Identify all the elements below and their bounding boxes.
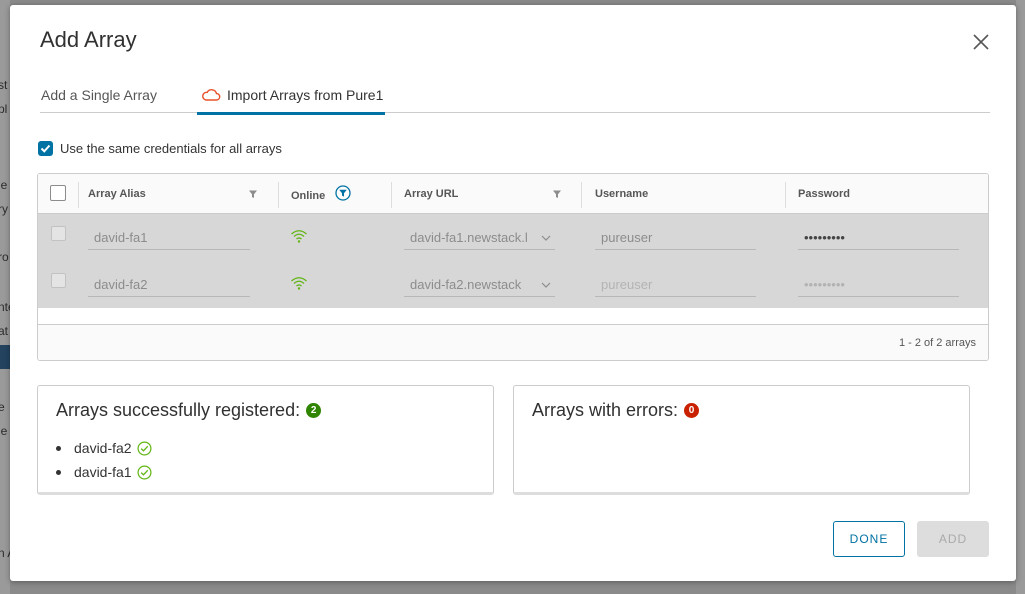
column-separator [785,182,786,208]
filter-icon[interactable] [552,189,562,199]
column-label-username: Username [595,188,649,200]
column-label-array-alias: Array Alias [88,188,146,200]
errors-count-badge: 0 [684,403,700,418]
same-credentials-checkbox[interactable] [38,141,53,156]
datagrid-header: Array Alias Online Array URL Username Pa… [38,174,988,214]
done-button[interactable]: DONE [833,521,905,557]
cloud-icon [202,89,221,101]
background-text-fragment: ro [0,250,9,264]
password-input[interactable]: ••••••••• [798,226,959,250]
chevron-down-icon [541,235,551,241]
background-text-fragment: ie [0,178,8,192]
row-checkbox[interactable] [51,273,66,288]
background-text-fragment: pl [0,102,8,116]
background-text-fragment: e [0,400,5,414]
list-item: david-fa1 [56,460,152,484]
add-array-dialog: Add Array Add a Single Array Import Arra… [10,5,1016,581]
array-url-select[interactable]: david-fa1.newstack.l [404,226,555,250]
array-url-value: david-fa2.newstack [410,277,522,292]
background-text-fragment: ry [0,202,8,216]
background-text-fragment: at [0,324,9,338]
select-all-checkbox[interactable] [50,185,66,201]
success-title-text: Arrays successfully registered: [56,400,301,420]
table-row: david-fa2 david-fa2.newstack pureuser ••… [38,261,988,308]
column-separator [581,182,582,208]
column-separator [278,182,279,208]
dialog-title: Add Array [40,27,137,52]
column-header-array-url[interactable]: Array URL [404,174,584,214]
chevron-down-icon [541,282,551,288]
errors-card: Arrays with errors: 0 [513,385,970,495]
close-button[interactable] [970,31,992,53]
password-input[interactable]: ••••••••• [798,273,959,297]
filter-active-icon[interactable] [335,185,351,201]
check-circle-icon [137,464,152,480]
background-selected-bar [0,345,10,369]
list-item: david-fa2 [56,436,152,460]
tab-bar: Add a Single Array Import Arrays from Pu… [40,85,990,115]
same-credentials-label: Use the same credentials for all arrays [60,141,282,156]
tab-import-label: Import Arrays from Pure1 [227,87,384,103]
arrays-datagrid: Array Alias Online Array URL Username Pa… [37,173,989,361]
column-label-password: Password [798,188,850,200]
array-url-value: david-fa1.newstack.l [410,230,528,245]
success-list: david-fa2 david-fa1 [56,436,152,484]
wifi-online-icon [291,230,307,243]
tab-add-single-array[interactable]: Add a Single Array [41,87,157,113]
table-row: david-fa1 david-fa1.newstack.l pureuser … [38,214,988,261]
alias-input[interactable]: david-fa2 [88,273,250,297]
row-checkbox[interactable] [51,226,66,241]
datagrid-body: david-fa1 david-fa1.newstack.l pureuser … [38,214,988,308]
close-icon [973,34,989,50]
background-text-fragment: ie [0,424,8,438]
errors-title-text: Arrays with errors: [532,400,679,420]
column-separator [391,182,392,208]
success-card-title: Arrays successfully registered: 2 [56,400,322,421]
column-header-username[interactable]: Username [595,174,775,214]
checkmark-icon [40,144,51,153]
registered-array-name: david-fa2 [74,440,132,456]
datagrid-footer: 1 - 2 of 2 arrays [38,324,988,360]
column-separator [78,182,79,208]
pagination-summary: 1 - 2 of 2 arrays [898,337,976,349]
add-button[interactable]: ADD [917,521,989,557]
errors-card-title: Arrays with errors: 0 [532,400,700,421]
alias-input[interactable]: david-fa1 [88,226,250,250]
success-card: Arrays successfully registered: 2 david-… [37,385,494,495]
column-label-online: Online [291,190,326,202]
array-url-select[interactable]: david-fa2.newstack [404,273,555,297]
filter-icon[interactable] [248,189,258,199]
wifi-online-icon [291,277,307,290]
tab-import-from-pure1[interactable]: Import Arrays from Pure1 [197,87,386,115]
background-text-fragment: st [0,78,8,92]
registered-array-name: david-fa1 [74,464,132,480]
column-header-online[interactable]: Online [291,174,391,214]
username-input[interactable]: pureuser [595,226,756,250]
check-circle-icon [137,440,152,456]
username-input[interactable]: pureuser [595,273,756,297]
same-credentials-row: Use the same credentials for all arrays [38,141,282,156]
background-panel-right [1016,0,1025,594]
column-header-password[interactable]: Password [798,174,978,214]
column-label-array-url: Array URL [404,188,459,200]
success-count-badge: 2 [306,403,322,418]
column-header-array-alias[interactable]: Array Alias [88,174,278,214]
